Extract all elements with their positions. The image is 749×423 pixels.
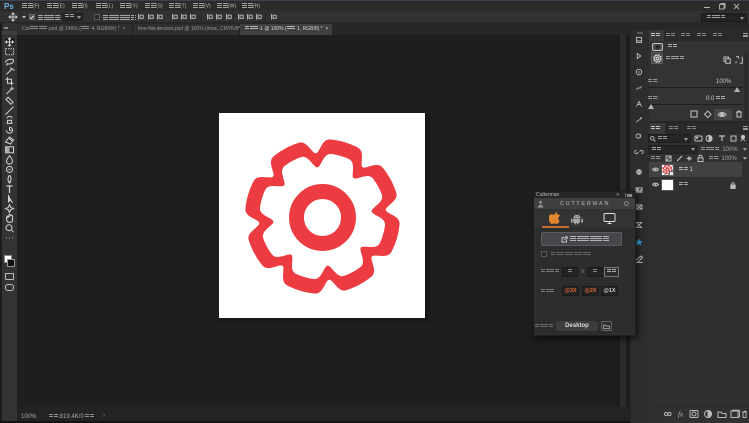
svg-text:fx: fx	[678, 411, 684, 419]
